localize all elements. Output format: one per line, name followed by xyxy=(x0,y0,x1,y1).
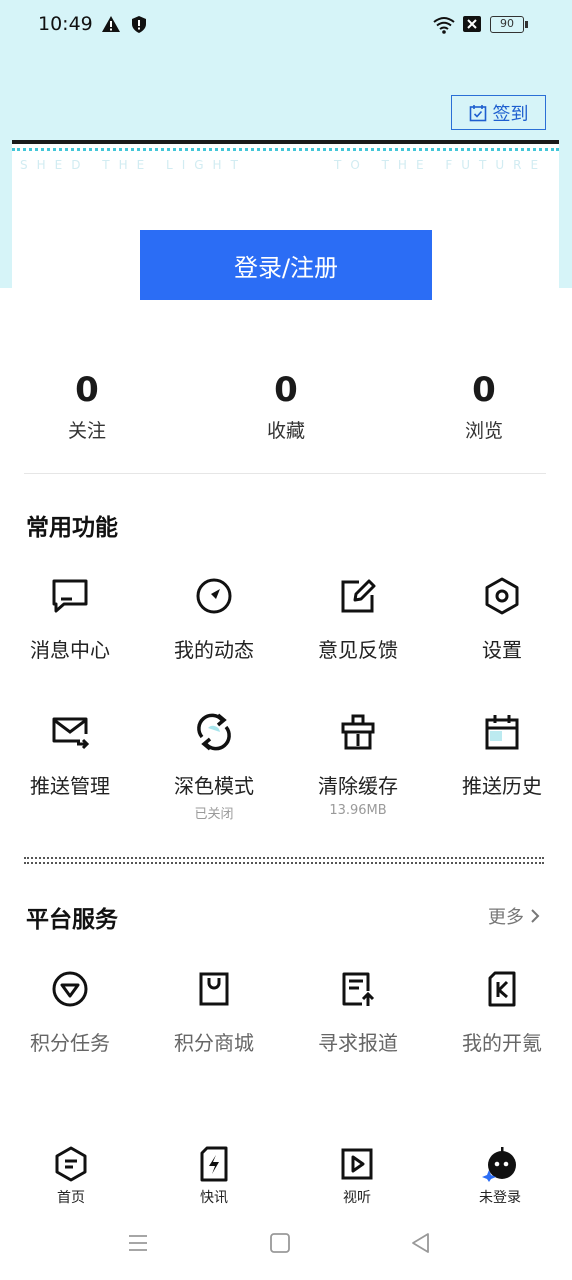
divider xyxy=(24,473,546,474)
dotted-divider xyxy=(24,857,544,864)
func-label: 意见反馈 xyxy=(318,638,398,662)
checkin-label: 签到 xyxy=(492,103,529,125)
mail-send-icon xyxy=(52,717,90,750)
func-push-history[interactable]: 推送历史 xyxy=(437,712,567,799)
battery-tip xyxy=(525,21,528,28)
sim-disabled-icon xyxy=(463,16,481,32)
settings-icon xyxy=(485,577,519,615)
banner-slogan-right: TO THE FUTURE xyxy=(334,158,548,172)
func-label: 我的开氪 xyxy=(462,1031,542,1055)
func-clear-cache[interactable]: 清除缓存 13.96MB xyxy=(293,712,423,818)
stat-favorites[interactable]: 0 收藏 xyxy=(226,368,346,443)
func-points-tasks[interactable]: 积分任务 xyxy=(5,969,135,1056)
func-label: 推送管理 xyxy=(30,774,110,798)
func-label: 寻求报道 xyxy=(318,1031,398,1055)
func-label: 消息中心 xyxy=(30,638,110,662)
func-push-management[interactable]: 推送管理 xyxy=(5,712,135,799)
chevron-right-icon xyxy=(531,909,540,923)
home-square-icon[interactable] xyxy=(269,1232,291,1254)
nav-label: 未登录 xyxy=(479,1190,521,1206)
warning-icon xyxy=(102,16,120,32)
nav-label: 视听 xyxy=(343,1190,371,1206)
func-dark-mode[interactable]: 深色模式 已关闭 xyxy=(149,712,279,822)
nav-label: 快讯 xyxy=(200,1190,228,1206)
banner-slogan-left: SHED THE LIGHT xyxy=(20,158,247,172)
func-points-mall[interactable]: 积分商城 xyxy=(149,969,279,1056)
message-icon xyxy=(52,579,88,613)
nav-flash[interactable]: 快讯 xyxy=(169,1146,259,1207)
diamond-icon xyxy=(52,971,88,1007)
nav-home[interactable]: 首页 xyxy=(26,1146,116,1207)
k-card-icon xyxy=(488,971,516,1007)
func-message-center[interactable]: 消息中心 xyxy=(5,576,135,663)
flash-icon xyxy=(200,1146,228,1182)
more-label: 更多 xyxy=(488,907,524,928)
edit-icon xyxy=(341,579,376,613)
func-my-kaike[interactable]: 我的开氪 xyxy=(437,969,567,1056)
shield-icon xyxy=(132,16,146,33)
func-label: 深色模式 xyxy=(174,774,254,798)
func-sublabel: 已关闭 xyxy=(194,807,234,822)
calendar-check-icon xyxy=(469,104,486,121)
func-label: 清除缓存 xyxy=(318,774,398,798)
stat-label: 收藏 xyxy=(266,420,305,442)
status-bar: 10:49 90 xyxy=(0,0,572,52)
func-sublabel: 13.96MB xyxy=(329,803,387,818)
refresh-icon xyxy=(197,713,231,751)
stat-value: 0 xyxy=(75,370,99,410)
battery-indicator: 90 xyxy=(490,16,524,33)
shopping-bag-icon xyxy=(199,972,229,1006)
stat-label: 浏览 xyxy=(464,420,503,442)
nav-profile[interactable]: 未登录 xyxy=(455,1146,545,1207)
broom-icon xyxy=(341,714,375,750)
section-title-common: 常用功能 xyxy=(26,515,118,541)
stat-value: 0 xyxy=(472,370,496,410)
func-seek-coverage[interactable]: 寻求报道 xyxy=(293,969,423,1056)
func-settings[interactable]: 设置 xyxy=(437,576,567,663)
home-hex-icon xyxy=(55,1146,87,1182)
stat-value: 0 xyxy=(274,370,298,410)
func-label: 推送历史 xyxy=(462,774,542,798)
section-title-platform: 平台服务 xyxy=(26,907,118,933)
stat-history[interactable]: 0 浏览 xyxy=(424,368,544,443)
menu-icon[interactable] xyxy=(127,1232,149,1254)
report-icon xyxy=(342,972,375,1006)
status-time: 10:49 xyxy=(38,13,93,35)
func-label: 积分商城 xyxy=(174,1031,254,1055)
func-feedback[interactable]: 意见反馈 xyxy=(293,576,423,663)
checkin-button[interactable]: 签到 xyxy=(451,95,546,130)
login-register-button[interactable]: 登录/注册 xyxy=(140,230,432,300)
func-label: 我的动态 xyxy=(174,638,254,662)
compass-icon xyxy=(196,578,232,614)
calendar-icon xyxy=(485,715,519,750)
more-link[interactable]: 更多 xyxy=(488,903,540,929)
play-icon xyxy=(341,1148,373,1180)
func-label: 积分任务 xyxy=(30,1031,110,1055)
stat-label: 关注 xyxy=(67,420,106,442)
robot-avatar-icon xyxy=(482,1147,516,1182)
wifi-icon xyxy=(433,17,455,34)
nav-label: 首页 xyxy=(57,1190,85,1206)
back-icon[interactable] xyxy=(409,1232,431,1254)
banner-line xyxy=(12,140,559,144)
func-label: 设置 xyxy=(482,638,522,662)
nav-media[interactable]: 视听 xyxy=(312,1146,402,1207)
func-my-activity[interactable]: 我的动态 xyxy=(149,576,279,663)
stat-follow[interactable]: 0 关注 xyxy=(27,368,147,443)
banner-dots xyxy=(12,148,559,152)
